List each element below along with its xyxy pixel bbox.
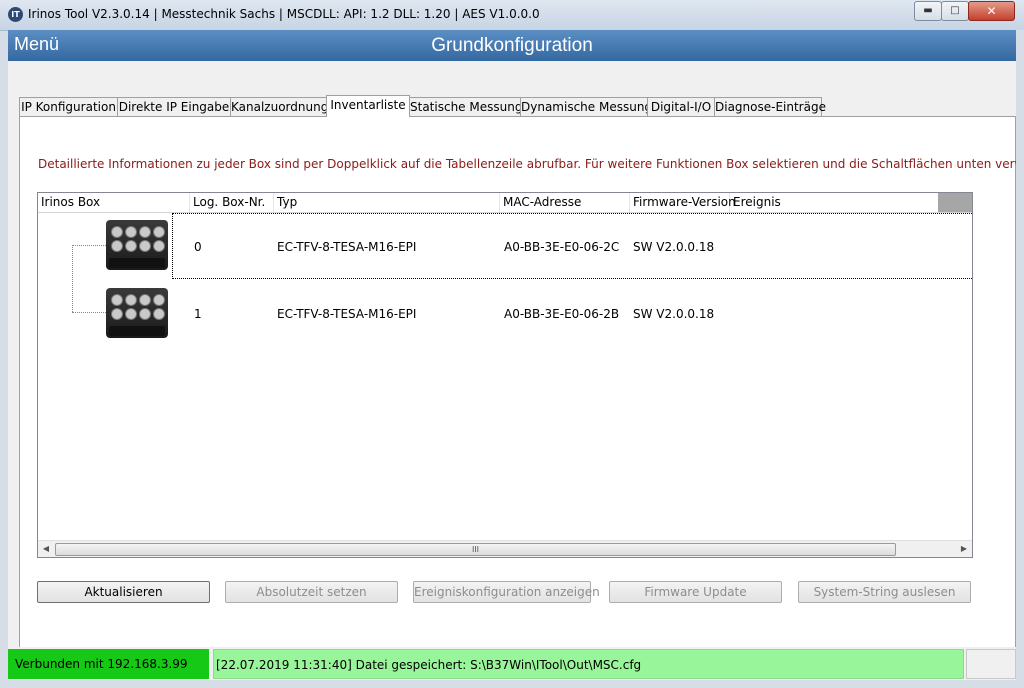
- tab-inventarliste[interactable]: Inventarliste: [326, 95, 410, 117]
- close-button[interactable]: ✕: [968, 1, 1015, 21]
- tab-statische-messung[interactable]: Statische Messung: [409, 97, 522, 116]
- column-header-mac-adresse[interactable]: MAC-Adresse: [500, 193, 630, 212]
- menu-button[interactable]: Menü: [14, 34, 59, 55]
- firmware-update-button[interactable]: Firmware Update: [609, 581, 782, 603]
- scroll-left-icon[interactable]: ◀: [38, 541, 54, 557]
- tab-kanalzuordnung[interactable]: Kanalzuordnung: [230, 97, 328, 116]
- tab-digital-io[interactable]: Digital-I/O: [647, 97, 715, 116]
- inventory-table[interactable]: Irinos Box Log. Box-Nr. Typ MAC-Adresse …: [37, 192, 973, 558]
- irinos-box-image: [106, 220, 168, 270]
- window-border: [1016, 30, 1024, 688]
- info-text: Detaillierte Informationen zu jeder Box …: [38, 157, 1024, 171]
- cell-typ: EC-TFV-8-TESA-M16-EPI: [277, 307, 417, 321]
- scroll-right-icon[interactable]: ▶: [956, 541, 972, 557]
- status-bar: Verbunden mit 192.168.3.99 [22.07.2019 1…: [8, 647, 1016, 680]
- header-bar: Grundkonfiguration Menü: [8, 30, 1016, 61]
- column-header-firmware-version[interactable]: Firmware-Version: [630, 193, 736, 212]
- page-title: Grundkonfiguration: [431, 35, 593, 56]
- column-header-ereignis[interactable]: Ereignis: [730, 193, 938, 212]
- app-icon: IT: [8, 7, 23, 22]
- client-area: Grundkonfiguration Menü IP Konfiguration…: [8, 30, 1024, 680]
- table-header: Irinos Box Log. Box-Nr. Typ MAC-Adresse …: [38, 193, 972, 213]
- tab-panel-inventarliste: Detaillierte Informationen zu jeder Box …: [19, 116, 1024, 672]
- irinos-box-image: [106, 288, 168, 338]
- set-absolute-time-button[interactable]: Absolutzeit setzen: [225, 581, 398, 603]
- tab-dynamische-messung[interactable]: Dynamische Messung: [520, 97, 652, 116]
- table-row[interactable]: 0 EC-TFV-8-TESA-M16-EPI A0-BB-3E-E0-06-2…: [38, 213, 972, 280]
- cell-mac: A0-BB-3E-E0-06-2B: [504, 307, 620, 321]
- cell-box-nr: 0: [194, 240, 202, 254]
- window-titlebar: IT Irinos Tool V2.3.0.14 | Messtechnik S…: [0, 0, 1024, 31]
- tab-diagnose-eintraege[interactable]: Diagnose-Einträge: [714, 97, 826, 116]
- column-header-typ[interactable]: Typ: [274, 193, 500, 212]
- connection-status: Verbunden mit 192.168.3.99: [8, 649, 209, 679]
- tab-ip-konfiguration[interactable]: IP Konfiguration: [19, 97, 118, 116]
- table-row[interactable]: 1 EC-TFV-8-TESA-M16-EPI A0-BB-3E-E0-06-2…: [38, 280, 972, 347]
- header-filler: [938, 193, 972, 212]
- refresh-button[interactable]: Aktualisieren: [37, 581, 210, 603]
- cell-typ: EC-TFV-8-TESA-M16-EPI: [277, 240, 417, 254]
- maximize-button[interactable]: □: [941, 1, 969, 21]
- read-system-string-button[interactable]: System-String auslesen: [798, 581, 971, 603]
- column-header-log-box-nr[interactable]: Log. Box-Nr.: [190, 193, 274, 212]
- cell-box-nr: 1: [194, 307, 202, 321]
- scrollbar-thumb[interactable]: III: [55, 543, 896, 556]
- horizontal-scrollbar[interactable]: ◀ III ▶: [38, 540, 972, 557]
- cell-firmware: SW V2.0.0.18: [633, 307, 715, 321]
- status-extra-panel: [966, 649, 1016, 679]
- status-message: [22.07.2019 11:31:40] Datei gespeichert:…: [213, 649, 964, 679]
- window-title: Irinos Tool V2.3.0.14 | Messtechnik Sach…: [28, 7, 540, 21]
- column-header-irinos-box[interactable]: Irinos Box: [38, 193, 190, 212]
- show-event-config-button[interactable]: Ereigniskonfiguration anzeigen: [413, 581, 600, 603]
- cell-mac: A0-BB-3E-E0-06-2C: [504, 240, 620, 254]
- tab-direkte-ip-eingabe[interactable]: Direkte IP Eingabe: [117, 97, 231, 116]
- minimize-button[interactable]: ▬: [914, 1, 942, 21]
- cell-firmware: SW V2.0.0.18: [633, 240, 715, 254]
